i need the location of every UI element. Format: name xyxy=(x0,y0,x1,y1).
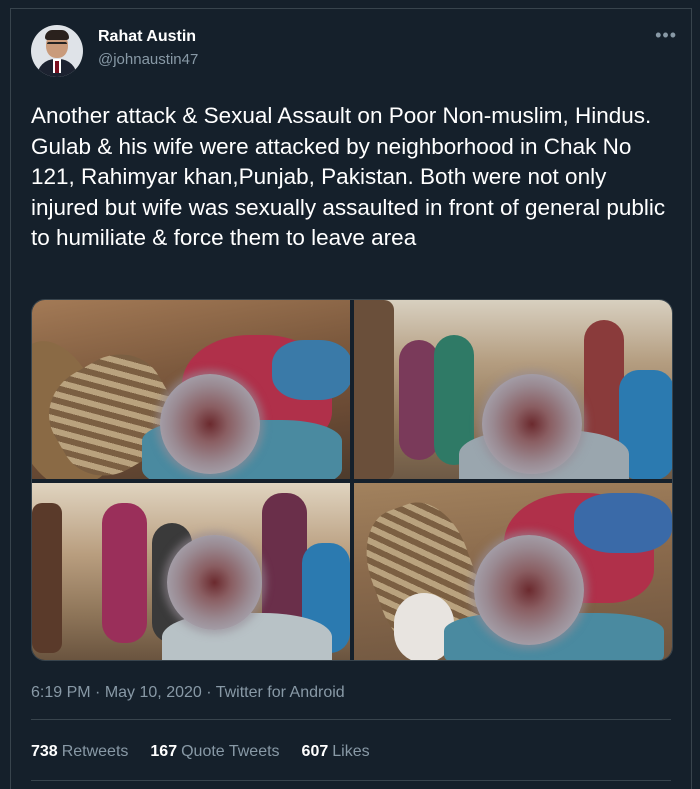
likes-stat[interactable]: 607 Likes xyxy=(302,743,370,761)
divider xyxy=(31,719,671,720)
retweets-stat[interactable]: 738 Retweets xyxy=(31,743,128,761)
tweet-time[interactable]: 6:19 PM xyxy=(31,684,91,701)
media-grid xyxy=(31,299,673,661)
divider xyxy=(31,780,671,781)
quote-tweets-label: Quote Tweets xyxy=(181,743,280,760)
tweet-card: Rahat Austin @johnaustin47 ••• Another a… xyxy=(10,8,692,789)
quote-tweets-count: 167 xyxy=(150,743,178,760)
engagement-stats: 738 Retweets 167 Quote Tweets 607 Likes xyxy=(31,743,370,761)
author-handle[interactable]: @johnaustin47 xyxy=(98,51,198,68)
tweet-photo-4[interactable] xyxy=(354,483,672,660)
tweet-photo-2[interactable] xyxy=(354,300,672,479)
tweet-text: Another attack & Sexual Assault on Poor … xyxy=(31,103,666,250)
retweets-count: 738 xyxy=(31,743,58,760)
tweet-date[interactable]: May 10, 2020 xyxy=(105,684,202,701)
tweet-source[interactable]: Twitter for Android xyxy=(216,684,345,701)
avatar[interactable] xyxy=(31,25,83,77)
author-name[interactable]: Rahat Austin xyxy=(98,28,196,46)
tweet-timestamp[interactable]: 6:19 PM · May 10, 2020 · Twitter for And… xyxy=(31,684,345,702)
tweet-photo-1[interactable] xyxy=(32,300,350,479)
likes-count: 607 xyxy=(301,743,329,760)
retweets-label: Retweets xyxy=(61,743,129,760)
quote-tweets-stat[interactable]: 167 Quote Tweets xyxy=(150,743,279,761)
more-options-icon[interactable]: ••• xyxy=(655,25,677,46)
likes-label: Likes xyxy=(332,743,370,760)
tweet-photo-3[interactable] xyxy=(32,483,350,660)
